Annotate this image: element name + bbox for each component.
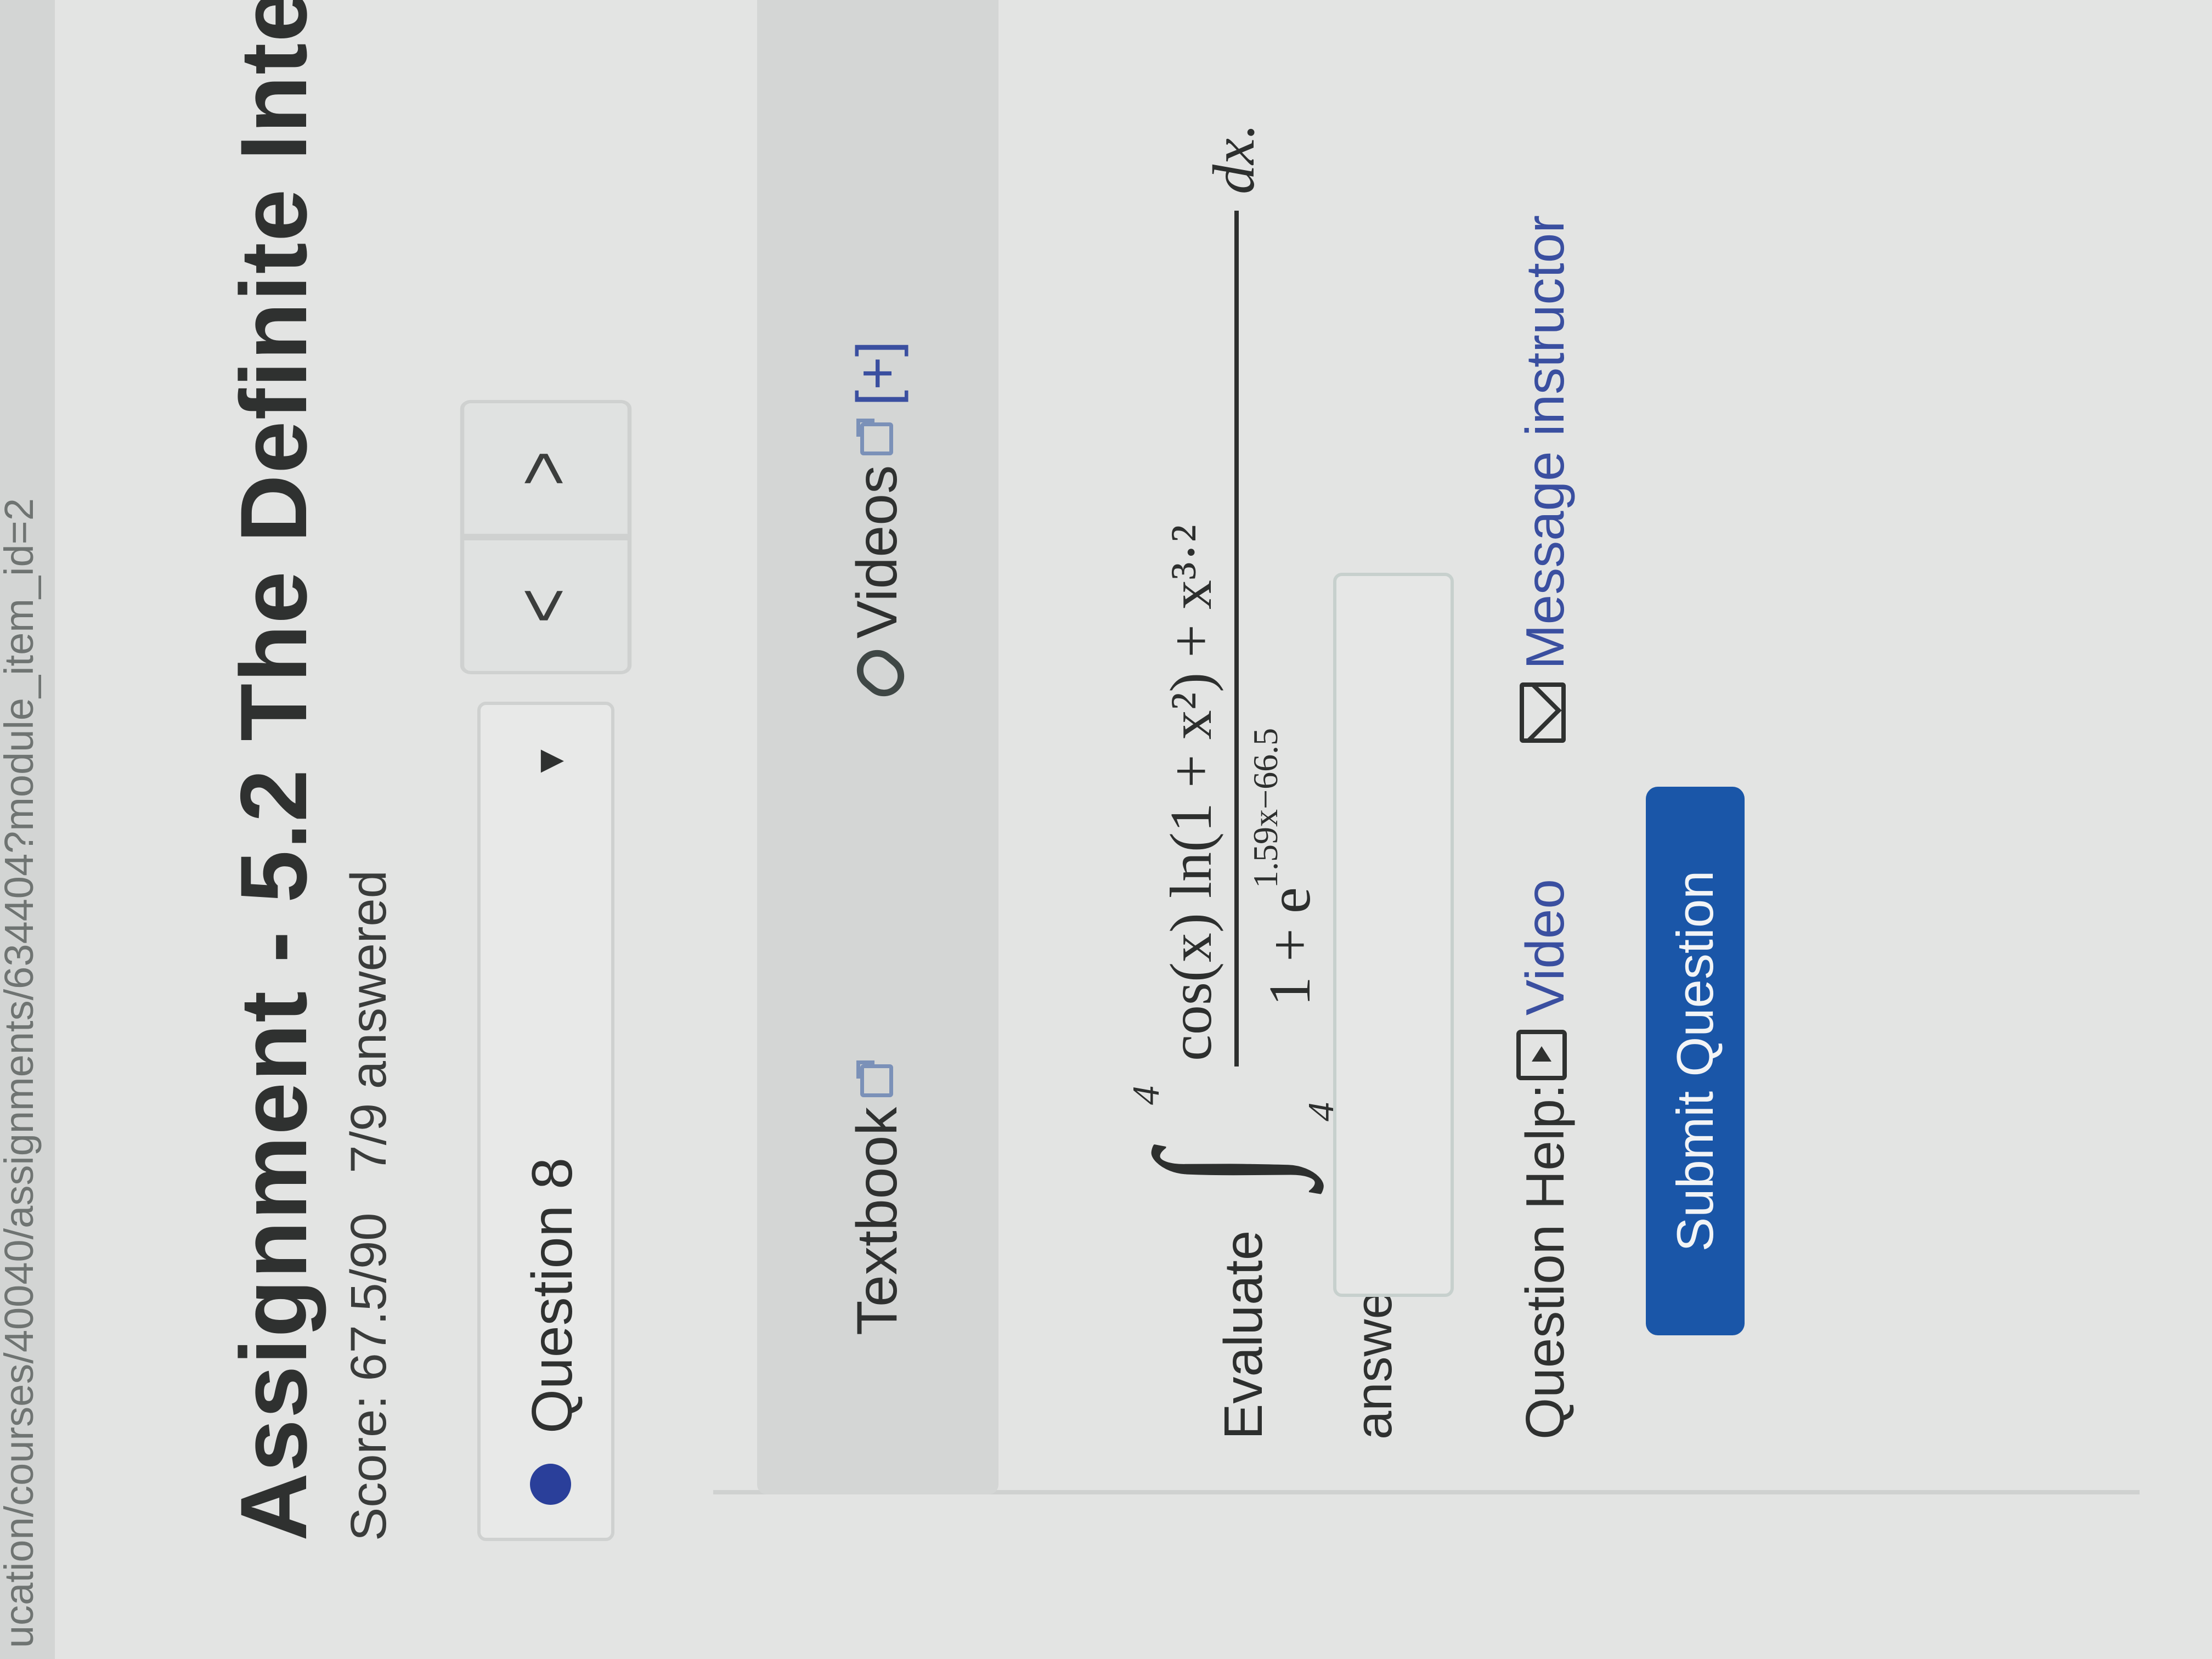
expand-resources-toggle[interactable]: [+] — [845, 341, 909, 406]
help-video-link[interactable]: Video — [1514, 879, 1576, 1080]
mail-icon — [1520, 682, 1566, 743]
integral-sign-icon: ∫ — [1121, 1151, 1315, 1187]
browser-url-fragment: ucation/courses/40040/assignments/634404… — [0, 0, 55, 1659]
question-nav: Question 8 ▼ < > — [450, 400, 632, 1541]
answered-count: 7/9 answered — [341, 870, 397, 1173]
differential: dx. — [1201, 123, 1267, 194]
score-text: Score: 67.5/90 — [341, 1212, 397, 1541]
textbook-link[interactable]: Textbook — [845, 1064, 910, 1335]
upper-limit: 4 — [1125, 1086, 1167, 1105]
external-link-icon — [860, 422, 893, 455]
textbook-label: Textbook — [845, 1107, 909, 1335]
videos-label: Videos — [845, 465, 909, 639]
question-help-label: Question Help: — [1515, 1084, 1575, 1440]
play-icon — [1516, 1030, 1567, 1080]
help-video-label: Video — [1515, 879, 1575, 1015]
screen-rotated: ucation/courses/40040/assignments/634404… — [0, 0, 2212, 1659]
fraction-bar — [1234, 211, 1239, 1066]
videos-link[interactable]: Videos [+] — [845, 341, 913, 705]
page-title: Assignment - 5.2 The Definite Integr — [221, 0, 326, 1541]
paperclip-icon — [848, 641, 913, 705]
previous-question-button[interactable]: < — [460, 537, 632, 674]
message-instructor-label: Message instructor — [1515, 215, 1575, 669]
integrand-denominator: 1 + e — [1257, 887, 1323, 1006]
question-help: Question Help: Video Message instructor — [1503, 13, 1585, 1440]
next-question-button[interactable]: > — [460, 400, 632, 537]
question-status-dot-icon — [530, 1464, 571, 1505]
denominator-exponent: 1.59x−66.5 — [1246, 727, 1285, 888]
question-select[interactable]: Question 8 ▼ — [477, 702, 614, 1541]
integrand-numerator: cos(x) ln(1 + x²) + x³·² — [1159, 524, 1224, 1061]
question-prompt: Evaluate — [1213, 1230, 1273, 1440]
resources-bar: Textbook Videos [+] — [757, 0, 998, 1494]
score-line: Score: 67.5/90 7/9 answered — [340, 870, 398, 1541]
caret-down-icon: ▼ — [528, 741, 572, 781]
answer-input[interactable] — [1333, 573, 1454, 1297]
assignment-card: Assignment - 5.2 The Definite Integr Sco… — [55, 0, 2212, 1659]
question-select-label: Question 8 — [521, 1158, 584, 1434]
submit-question-button[interactable]: Submit Question — [1646, 787, 1745, 1335]
message-instructor-link[interactable]: Message instructor — [1514, 215, 1576, 743]
external-link-icon — [860, 1064, 893, 1097]
